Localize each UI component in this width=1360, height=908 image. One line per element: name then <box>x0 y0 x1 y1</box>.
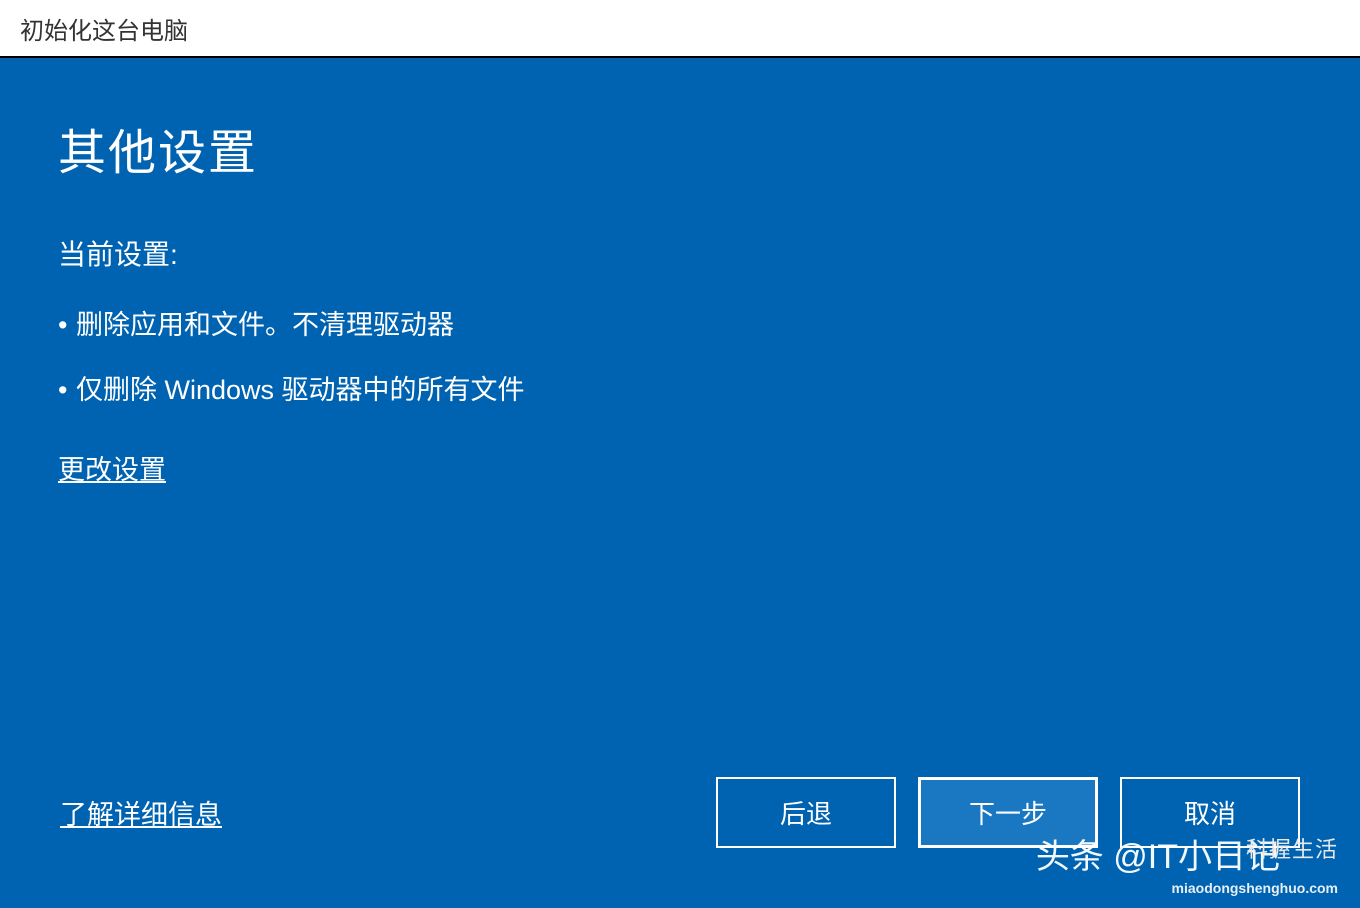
setting-item-0: 删除应用和文件。不清理驱动器 <box>58 305 1300 346</box>
watermark-url: miaodongshenghuo.com <box>1172 880 1338 896</box>
watermark-main: 头条 @IT小日记 <box>1036 829 1280 878</box>
setting-item-1: 仅删除 Windows 驱动器中的所有文件 <box>58 370 1300 411</box>
watermark-side: 科握生活 <box>1246 832 1338 864</box>
current-settings-label: 当前设置: <box>58 233 1300 273</box>
title-bar: 初始化这台电脑 <box>0 0 1360 58</box>
content-area: 其他设置 当前设置: 删除应用和文件。不清理驱动器 仅删除 Windows 驱动… <box>0 58 1360 778</box>
window-title: 初始化这台电脑 <box>20 11 188 46</box>
change-settings-link[interactable]: 更改设置 <box>58 448 166 487</box>
settings-list: 删除应用和文件。不清理驱动器 仅删除 Windows 驱动器中的所有文件 <box>58 305 1300 410</box>
learn-more-link[interactable]: 了解详细信息 <box>60 793 222 832</box>
back-button[interactable]: 后退 <box>716 777 896 848</box>
page-heading: 其他设置 <box>58 113 1300 183</box>
